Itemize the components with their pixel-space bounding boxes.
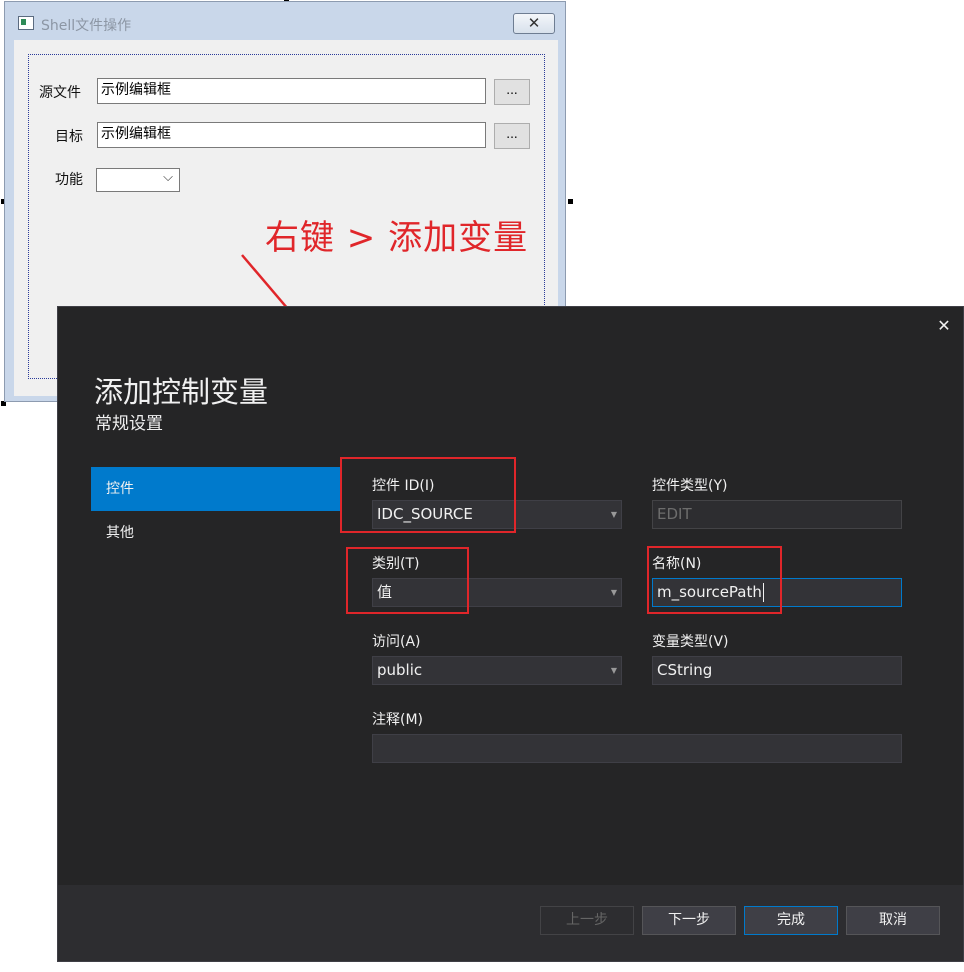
dropdown-arrow-icon: ▼ — [610, 588, 617, 597]
next-button[interactable]: 下一步 — [642, 906, 736, 935]
finish-button[interactable]: 完成 — [744, 906, 838, 935]
nav-item-other[interactable]: 其他 — [91, 511, 340, 555]
close-icon[interactable]: ✕ — [935, 317, 953, 335]
settings-nav: 控件 其他 — [91, 467, 340, 555]
prev-button[interactable]: 上一步 — [540, 906, 634, 935]
add-control-variable-dialog: ✕ 添加控制变量 常规设置 控件 其他 控件 ID(I) IDC_SOURCE … — [57, 306, 964, 962]
comment-input[interactable] — [372, 734, 902, 763]
highlight-name — [647, 546, 782, 614]
dialog-heading: 添加控制变量 — [94, 375, 269, 409]
dropdown-arrow-icon: ▼ — [610, 666, 617, 675]
var-type-input[interactable]: CString — [652, 656, 902, 685]
var-type-label: 变量类型(V) — [652, 634, 729, 650]
access-value: public — [377, 661, 423, 679]
access-dropdown[interactable]: public ▼ — [372, 656, 622, 685]
control-type-label: 控件类型(Y) — [652, 478, 728, 494]
dialog-subheading: 常规设置 — [95, 414, 163, 434]
cancel-button[interactable]: 取消 — [846, 906, 940, 935]
control-type-field: EDIT — [652, 500, 902, 529]
highlight-control-id — [340, 457, 516, 533]
highlight-category — [346, 547, 469, 614]
nav-item-controls[interactable]: 控件 — [91, 467, 340, 511]
dropdown-arrow-icon: ▼ — [610, 510, 617, 519]
comment-label: 注释(M) — [372, 712, 424, 728]
dialog-footer: 上一步 下一步 完成 取消 — [58, 885, 963, 961]
access-label: 访问(A) — [372, 634, 421, 650]
